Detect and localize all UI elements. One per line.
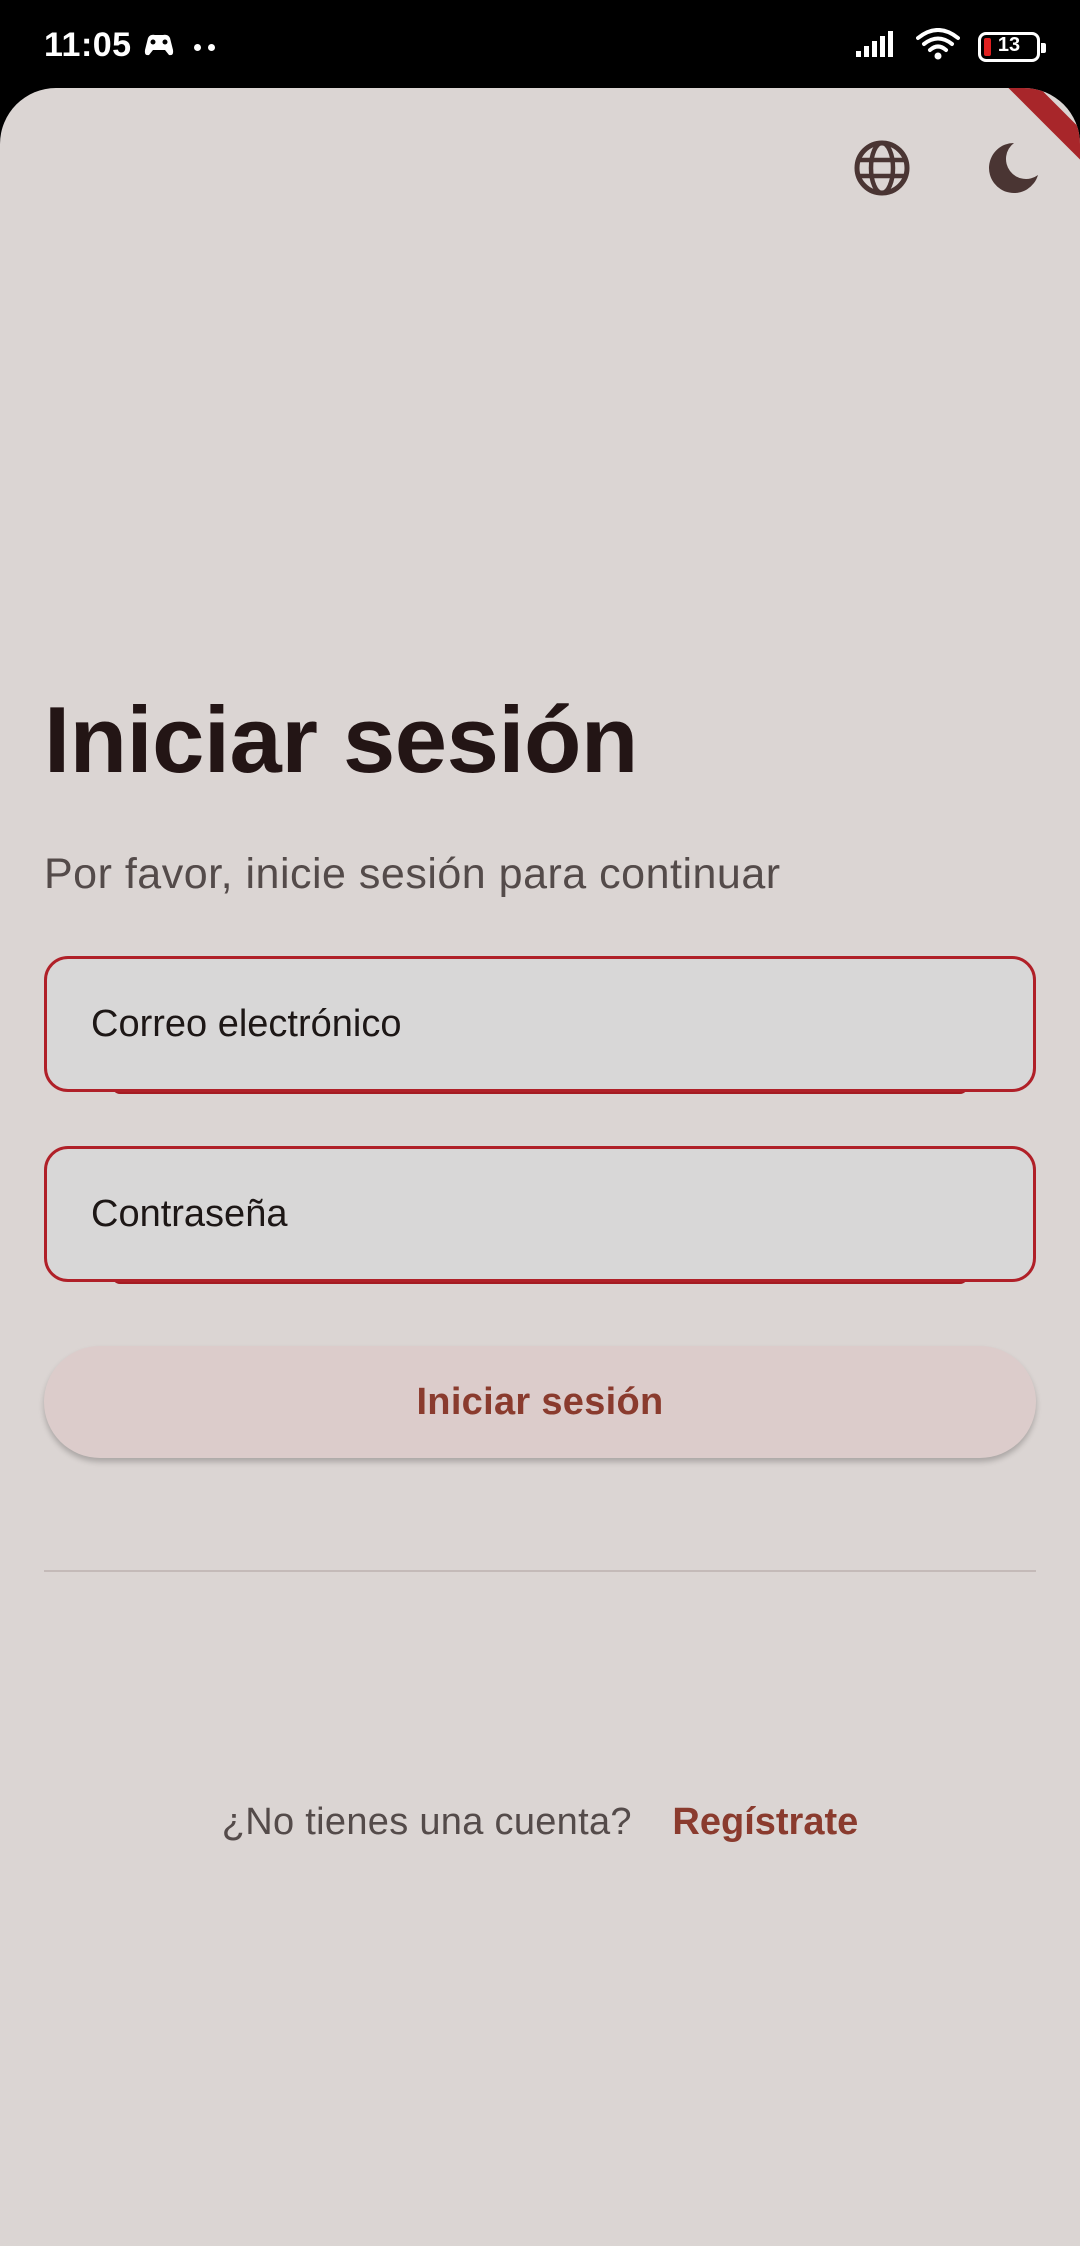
moon-icon <box>989 143 1038 193</box>
game-controller-icon <box>142 30 176 65</box>
email-field-container <box>44 956 1036 1106</box>
signal-icon <box>854 29 898 64</box>
more-notifications-icon <box>194 44 215 51</box>
login-screen: Iniciar sesión Por favor, inicie sesión … <box>0 88 1080 2246</box>
page-title: Iniciar sesión <box>44 687 638 792</box>
wifi-icon <box>916 28 960 65</box>
battery-level: 13 <box>997 33 1021 56</box>
status-bar: 11:05 13 <box>0 0 1080 90</box>
notification-icons <box>142 30 215 65</box>
password-field[interactable] <box>44 1146 1036 1282</box>
email-field[interactable] <box>44 956 1036 1092</box>
signup-question: ¿No tienes una cuenta? <box>221 1801 632 1843</box>
status-time: 11:05 <box>44 26 132 64</box>
password-field-container <box>44 1146 1036 1296</box>
divider <box>44 1570 1036 1572</box>
signup-link[interactable]: Regístrate <box>672 1801 858 1843</box>
system-indicators: 13 <box>854 28 1046 65</box>
login-button[interactable]: Iniciar sesión <box>44 1346 1036 1458</box>
battery-icon: 13 <box>978 31 1046 62</box>
theme-toggle-button[interactable] <box>983 138 1043 198</box>
language-button[interactable] <box>852 138 912 198</box>
globe-icon <box>854 140 910 196</box>
signup-prompt: ¿No tienes una cuenta? Regístrate <box>0 1801 1080 1844</box>
page-subtitle: Por favor, inicie sesión para continuar <box>44 850 781 898</box>
